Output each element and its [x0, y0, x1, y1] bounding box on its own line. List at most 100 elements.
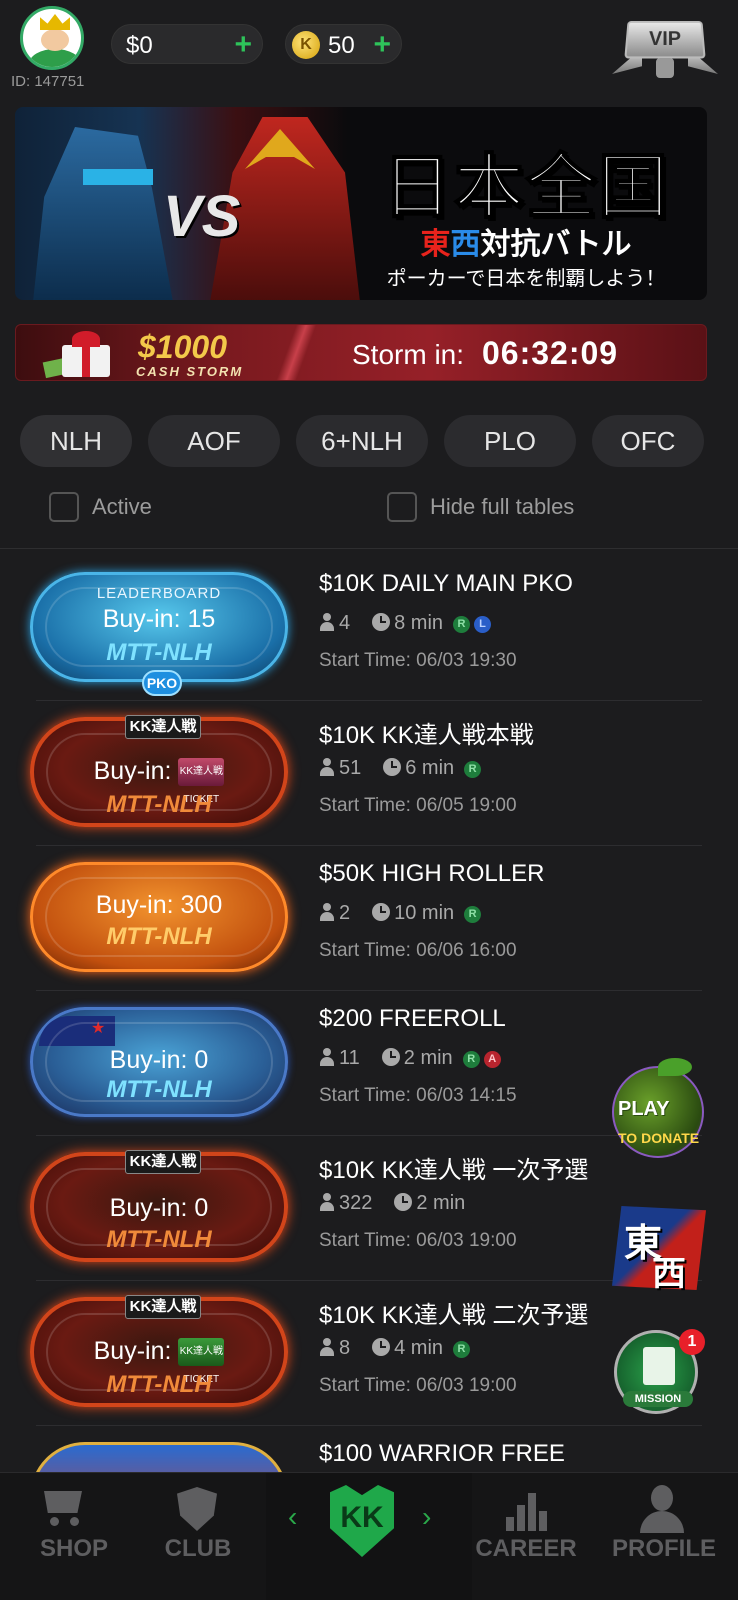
tozai-west-glyph: 西: [652, 1255, 686, 1293]
reentry-badge: R: [453, 1341, 471, 1358]
tab-ofc[interactable]: OFC: [592, 415, 704, 467]
gift-icon: [42, 331, 114, 379]
divider: [0, 548, 738, 549]
cart-icon: [40, 1487, 86, 1526]
subtitle-east: 東: [420, 228, 451, 261]
clock-icon: [381, 1048, 400, 1066]
buyin-badge[interactable]: KK達人戦 Buy-in: KK達人戦 TICKET MTT-NLH: [30, 1295, 288, 1407]
nav-career-label: CAREER: [475, 1535, 577, 1562]
buyin-label: Buy-in:: [93, 1337, 172, 1365]
shield-icon: [177, 1487, 217, 1531]
chevron-left-icon: ‹: [288, 1501, 298, 1532]
storm-name: CASH STORM: [136, 364, 244, 379]
bar-chart-icon: [506, 1491, 548, 1531]
cash-balance-pill[interactable]: $0 +: [111, 24, 263, 64]
vip-button[interactable]: VIP: [612, 14, 718, 80]
coin-balance-pill[interactable]: K 50 +: [285, 24, 402, 64]
gift-ribbon: [82, 345, 90, 377]
ninja-headband: [83, 169, 153, 185]
avatar-face: [41, 29, 69, 51]
hide-full-tables-checkbox[interactable]: [387, 492, 417, 522]
buyin-badge[interactable]: ★ Buy-in: 0 MTT-NLH: [30, 1007, 288, 1117]
add-coins-button[interactable]: +: [373, 28, 391, 62]
tournament-meta: 2 10 min R: [319, 902, 482, 925]
donate-label: TO DONATE: [618, 1130, 700, 1146]
game-type: MTT-NLH: [106, 639, 212, 666]
cash-storm-bar[interactable]: $1000 CASH STORM Storm in: 06:32:09: [15, 324, 707, 381]
banner-title: 日本全国: [381, 147, 670, 227]
lock-icon: [656, 58, 674, 78]
player-count: 2: [339, 902, 351, 924]
buyin-badge[interactable]: Buy-in: 300 MTT-NLH: [30, 862, 288, 972]
nav-club[interactable]: CLUB: [124, 1473, 272, 1600]
tournament-meta: 11 2 min R A: [319, 1047, 501, 1070]
ticket-icon: KK達人戦 TICKET: [178, 758, 225, 805]
buyin-text: Buy-in: 300: [95, 891, 223, 919]
nav-profile-label: PROFILE: [611, 1535, 716, 1562]
start-time: Start Time: 06/06 16:00: [319, 940, 517, 961]
buyin-badge[interactable]: LEADERBOARD Buy-in: 15 MTT-NLH PKO: [30, 572, 288, 696]
tab-plo[interactable]: PLO: [444, 415, 576, 467]
tab-nlh[interactable]: NLH: [20, 415, 132, 467]
tozai-event-button[interactable]: 東 西: [606, 1200, 712, 1296]
nav-career[interactable]: CAREER: [452, 1473, 600, 1600]
active-label[interactable]: Active: [92, 494, 152, 520]
nav-club-label: CLUB: [164, 1535, 232, 1562]
app-screen: ID: 147751 $0 + K 50 + VIP VS 日本全国 東西対抗バ…: [0, 0, 738, 1600]
leaderboard-ribbon: LEADERBOARD: [96, 585, 222, 602]
reentry-badge: R: [462, 1051, 480, 1068]
add-cash-button[interactable]: +: [234, 28, 252, 62]
sprout-icon: [658, 1058, 692, 1076]
late-reg-duration: 2 min: [416, 1192, 466, 1214]
storm-divider: [275, 325, 317, 380]
tab-6-plus-nlh[interactable]: 6+NLH: [296, 415, 428, 467]
start-time: Start Time: 06/03 19:30: [319, 650, 517, 671]
coin-balance: 50: [328, 32, 355, 59]
tournament-row[interactable]: LEADERBOARD Buy-in: 15 MTT-NLH PKO $10K …: [0, 556, 738, 701]
bottom-navigation: SHOP CLUB ‹ KK › CAREER PROFILE: [0, 1472, 738, 1600]
player-count: 8: [339, 1337, 351, 1359]
late-reg-duration: 4 min: [394, 1337, 444, 1359]
chevron-right-icon: ›: [422, 1501, 432, 1532]
nav-profile[interactable]: PROFILE: [590, 1473, 738, 1600]
tournament-title: $10K KK達人戦本戦: [319, 722, 534, 749]
game-type: MTT-NLH: [106, 1226, 212, 1253]
nav-lobby[interactable]: ‹ KK ›: [266, 1473, 472, 1600]
players-icon: [319, 613, 335, 631]
play-to-donate-button[interactable]: PLAY TO DONATE: [612, 1058, 704, 1158]
hide-full-tables-label[interactable]: Hide full tables: [430, 494, 574, 520]
tournament-title: $200 FREEROLL: [319, 1005, 506, 1032]
players-icon: [319, 758, 335, 776]
avatar[interactable]: [20, 6, 84, 70]
kk-tatsujinsen-logo: KK達人戦: [125, 1295, 201, 1319]
pko-tag: PKO: [142, 670, 182, 696]
clock-icon: [372, 613, 391, 631]
tournament-meta: 4 8 min R L: [319, 612, 492, 635]
start-time: Start Time: 06/03 14:15: [319, 1085, 517, 1106]
storm-amount: $1000: [138, 329, 227, 365]
game-type: MTT-NLH: [106, 791, 212, 818]
clock-icon: [394, 1193, 413, 1211]
play-label: PLAY: [618, 1098, 670, 1120]
vip-plate: VIP: [624, 21, 706, 59]
player-count: 51: [339, 757, 362, 779]
buyin-badge[interactable]: KK達人戦 Buy-in: 0 MTT-NLH: [30, 1150, 288, 1262]
mission-button[interactable]: MISSION 1: [614, 1329, 705, 1414]
clock-icon: [372, 903, 391, 921]
tab-aof[interactable]: AOF: [148, 415, 280, 467]
storm-countdown: 06:32:09: [482, 335, 619, 371]
buyin-badge[interactable]: KK達人戦 Buy-in: KK達人戦 TICKET MTT-NLH: [30, 715, 288, 827]
players-icon: [319, 1048, 335, 1066]
buyin-label: Buy-in:: [93, 757, 172, 785]
person-icon: [638, 1485, 686, 1533]
active-checkbox[interactable]: [49, 492, 79, 522]
tournament-title: $10K KK達人戦 一次予選: [319, 1157, 589, 1184]
promo-banner[interactable]: VS 日本全国 東西対抗バトル ポーカーで日本を制覇しよう！: [15, 107, 707, 300]
late-reg-duration: 10 min: [394, 902, 455, 924]
tournament-row[interactable]: KK達人戦 Buy-in: KK達人戦 TICKET MTT-NLH $10K …: [0, 701, 738, 846]
player-count: 11: [339, 1047, 360, 1069]
tournament-row[interactable]: Buy-in: 300 MTT-NLH $50K HIGH ROLLER 2 10…: [0, 846, 738, 991]
banner-tagline: ポーカーで日本を制覇しよう！: [386, 268, 666, 290]
tournament-meta: 8 4 min R: [319, 1337, 471, 1360]
players-icon: [319, 1193, 335, 1211]
